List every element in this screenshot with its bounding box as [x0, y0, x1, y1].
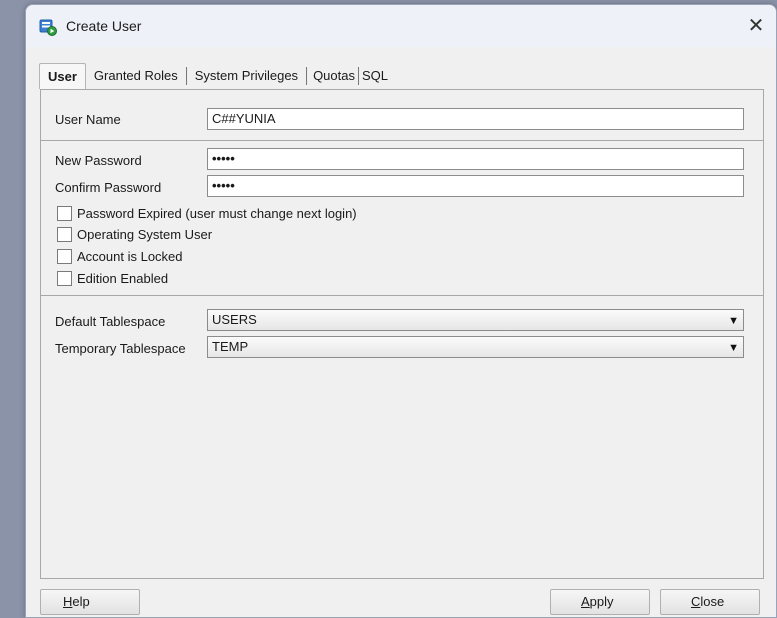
- account-locked-label: Account is Locked: [77, 248, 183, 264]
- password-expired-label: Password Expired (user must change next …: [77, 205, 357, 221]
- default-tablespace-value: USERS: [212, 312, 257, 327]
- help-mnemonic: H: [63, 594, 73, 609]
- os-user-label: Operating System User: [77, 226, 213, 242]
- user-name-label: User Name: [55, 112, 121, 127]
- apply-button[interactable]: Apply: [550, 589, 650, 615]
- apply-label: pply: [589, 594, 614, 609]
- checkbox-box[interactable]: [57, 226, 72, 242]
- dialog-title: Create User: [66, 18, 142, 34]
- tab-granted-roles[interactable]: Granted Roles: [86, 63, 186, 89]
- title-bar: Create User ✕: [26, 5, 776, 47]
- help-label: elp: [72, 594, 90, 609]
- account-locked-checkbox[interactable]: Account is Locked: [57, 247, 183, 265]
- section-divider: [41, 140, 763, 141]
- password-expired-checkbox[interactable]: Password Expired (user must change next …: [57, 204, 357, 222]
- create-user-dialog: Create User ✕ User Granted Roles System …: [25, 4, 777, 618]
- close-button[interactable]: Close: [660, 589, 760, 615]
- temporary-tablespace-label: Temporary Tablespace: [55, 341, 186, 356]
- user-name-input[interactable]: C##YUNIA: [207, 108, 744, 130]
- temporary-tablespace-value: TEMP: [212, 339, 249, 354]
- new-password-label: New Password: [55, 153, 142, 168]
- tab-system-privileges[interactable]: System Privileges: [187, 63, 306, 89]
- new-password-input[interactable]: •••••: [207, 148, 744, 170]
- checkbox-box[interactable]: [57, 205, 72, 221]
- default-tablespace-select[interactable]: USERS ▼: [207, 309, 744, 331]
- close-mnemonic: C: [691, 594, 701, 609]
- confirm-password-label: Confirm Password: [55, 180, 162, 195]
- tab-user[interactable]: User: [39, 63, 86, 89]
- tab-bar: User Granted Roles System Privileges Quo…: [39, 63, 391, 89]
- chevron-down-icon: ▼: [728, 315, 739, 327]
- checkbox-box[interactable]: [57, 270, 72, 286]
- os-user-checkbox[interactable]: Operating System User: [57, 225, 212, 243]
- tab-quotas[interactable]: Quotas: [307, 63, 358, 89]
- close-label: lose: [700, 594, 725, 609]
- apply-mnemonic: A: [581, 594, 590, 609]
- checkbox-box[interactable]: [57, 248, 72, 264]
- close-window-icon[interactable]: ✕: [742, 13, 770, 39]
- default-tablespace-label: Default Tablespace: [55, 314, 166, 329]
- section-divider: [41, 295, 763, 296]
- tab-sql[interactable]: SQL: [359, 63, 391, 89]
- database-user-icon: [39, 19, 57, 36]
- chevron-down-icon: ▼: [728, 342, 739, 354]
- confirm-password-input[interactable]: •••••: [207, 175, 744, 197]
- help-button[interactable]: Help: [40, 589, 140, 615]
- edition-enabled-checkbox[interactable]: Edition Enabled: [57, 269, 168, 287]
- user-tab-panel: User Name C##YUNIA New Password ••••• Co…: [40, 89, 764, 579]
- temporary-tablespace-select[interactable]: TEMP ▼: [207, 336, 744, 358]
- edition-enabled-label: Edition Enabled: [77, 270, 169, 286]
